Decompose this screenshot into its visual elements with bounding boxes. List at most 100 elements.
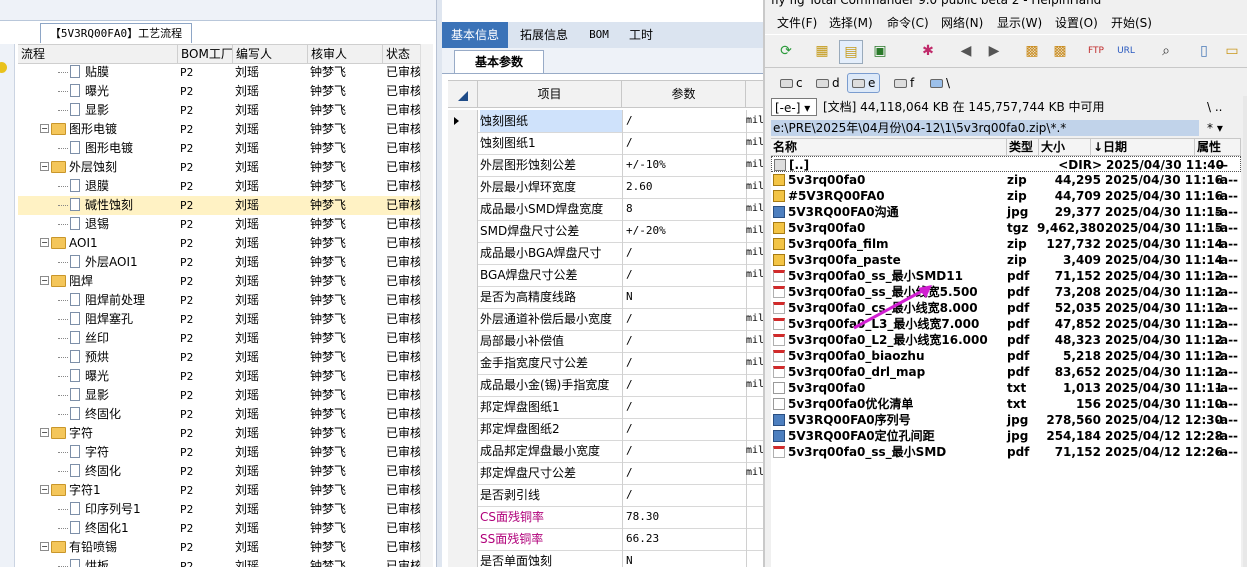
file-row[interactable]: 5v3rq00fa_film zip 127,732 2025/04/30 11:14… bbox=[771, 236, 1241, 252]
param-value[interactable]: / bbox=[624, 352, 747, 374]
drive-d[interactable]: d bbox=[811, 73, 845, 93]
drive-select[interactable]: [-e-] ▾ bbox=[771, 98, 817, 116]
invert-selection-icon[interactable]: ✱ bbox=[917, 40, 939, 62]
tab-work-hours[interactable]: 工时 bbox=[620, 22, 662, 48]
param-value[interactable]: / bbox=[624, 462, 747, 484]
file-row[interactable]: 5v3rq00fa0_ss_最小SMD pdf 71,152 2025/04/12 1… bbox=[771, 444, 1241, 460]
drive-e[interactable]: e bbox=[847, 73, 881, 93]
collapse-icon[interactable]: − bbox=[40, 124, 49, 133]
menu-commands[interactable]: 命令(C) bbox=[887, 13, 929, 33]
back-icon[interactable]: ◀ bbox=[955, 40, 977, 62]
refresh-icon[interactable]: ⟳ bbox=[775, 40, 797, 62]
file-row[interactable]: 5v3rq00fa_paste zip 3,409 2025/04/30 11:14-… bbox=[771, 252, 1241, 268]
tree-node[interactable]: 丝印 bbox=[18, 329, 178, 348]
col-size[interactable]: 大小 bbox=[1039, 139, 1091, 155]
row-indicator[interactable] bbox=[448, 132, 478, 154]
tree-row[interactable]: 丝印 P2 刘瑶 钟梦飞 已审核 bbox=[18, 329, 432, 348]
param-value[interactable]: / bbox=[624, 374, 747, 396]
col-type[interactable]: 类型 bbox=[1007, 139, 1039, 155]
param-row[interactable]: 外层通道补偿后最小宽度 / mil bbox=[448, 308, 763, 331]
row-indicator[interactable] bbox=[448, 176, 478, 198]
col-name[interactable]: 名称 bbox=[771, 139, 1007, 155]
tree-row[interactable]: 终固化 P2 刘瑶 钟梦飞 已审核 bbox=[18, 405, 432, 424]
col-reviewer[interactable]: 核审人 bbox=[308, 45, 383, 63]
tree-row[interactable]: 终固化1 P2 刘瑶 钟梦飞 已审核 bbox=[18, 519, 432, 538]
tree-row[interactable]: − 字符 P2 刘瑶 钟梦飞 已审核 bbox=[18, 424, 432, 443]
tree-row[interactable]: − 字符1 P2 刘瑶 钟梦飞 已审核 bbox=[18, 481, 432, 500]
tab-extended-info[interactable]: 拓展信息 bbox=[510, 22, 578, 48]
tree-row[interactable]: 字符 P2 刘瑶 钟梦飞 已审核 bbox=[18, 443, 432, 462]
param-row[interactable]: 成品邦定焊盘最小宽度 / mil bbox=[448, 440, 763, 463]
collapse-icon[interactable]: − bbox=[40, 428, 49, 437]
param-row[interactable]: 外层图形蚀刻公差 +/-10% mil bbox=[448, 154, 763, 177]
param-value[interactable]: 66.23 bbox=[624, 528, 747, 550]
param-row[interactable]: 外层最小焊环宽度 2.60 mil bbox=[448, 176, 763, 199]
row-indicator[interactable] bbox=[448, 484, 478, 506]
collapse-icon[interactable]: − bbox=[40, 542, 49, 551]
tree-row[interactable]: − AOI1 P2 刘瑶 钟梦飞 已审核 bbox=[18, 234, 432, 253]
tree-scrollbar[interactable] bbox=[420, 44, 433, 567]
row-indicator[interactable] bbox=[448, 286, 478, 308]
row-indicator[interactable] bbox=[448, 374, 478, 396]
menu-select[interactable]: 选择(M) bbox=[829, 13, 873, 33]
tab-basic-info[interactable]: 基本信息 bbox=[442, 22, 508, 48]
row-indicator[interactable] bbox=[448, 198, 478, 220]
col-attr[interactable]: 属性 bbox=[1195, 139, 1241, 155]
tree-node[interactable]: 印序列号1 bbox=[18, 500, 178, 519]
col-item[interactable]: 项目 bbox=[478, 81, 622, 107]
param-row[interactable]: CS面残铜率 78.30 bbox=[448, 506, 763, 529]
tree-row[interactable]: 阻焊塞孔 P2 刘瑶 钟梦飞 已审核 bbox=[18, 310, 432, 329]
row-indicator[interactable] bbox=[448, 506, 478, 528]
tree-node[interactable]: 贴膜 bbox=[18, 63, 178, 82]
tree-row[interactable]: − 有铅喷锡 P2 刘瑶 钟梦飞 已审核 bbox=[18, 538, 432, 557]
tree-node[interactable]: − 字符1 bbox=[18, 481, 178, 500]
param-value[interactable]: / bbox=[624, 110, 747, 132]
param-value[interactable]: / bbox=[624, 330, 747, 352]
row-indicator[interactable] bbox=[448, 110, 478, 132]
file-row[interactable]: 5v3rq00fa0_L3_最小线宽7.000 pdf 47,852 2025/04/… bbox=[771, 316, 1241, 332]
menu-start[interactable]: 开始(S) bbox=[1111, 13, 1152, 33]
tree-node[interactable]: 退锡 bbox=[18, 215, 178, 234]
tree-row[interactable]: − 阻焊 P2 刘瑶 钟梦飞 已审核 bbox=[18, 272, 432, 291]
param-row[interactable]: 邦定焊盘图纸2/ bbox=[448, 418, 763, 441]
network-drive[interactable]: \ bbox=[925, 73, 955, 93]
tree-node[interactable]: 预烘 bbox=[18, 348, 178, 367]
param-row[interactable]: 是否为高精度线路 N bbox=[448, 286, 763, 309]
tree-node[interactable]: 曝光 bbox=[18, 82, 178, 101]
collapse-icon[interactable]: − bbox=[40, 162, 49, 171]
row-indicator[interactable] bbox=[448, 550, 478, 567]
param-row[interactable]: 蚀刻图纸 / mil bbox=[448, 110, 763, 133]
param-row[interactable]: 邦定焊盘尺寸公差 / mil bbox=[448, 462, 763, 485]
param-value[interactable]: / bbox=[624, 440, 747, 462]
row-indicator[interactable] bbox=[448, 462, 478, 484]
detail-view-icon[interactable]: ▤ bbox=[839, 40, 863, 64]
file-row[interactable]: 5v3rq00fa0 tgz 9,462,380 2025/04/30 11:15 -a… bbox=[771, 220, 1241, 236]
param-row[interactable]: 金手指宽度尺寸公差 / mil bbox=[448, 352, 763, 375]
tree-row[interactable]: 阻焊前处理 P2 刘瑶 钟梦飞 已审核 bbox=[18, 291, 432, 310]
param-row[interactable]: 是否剥引线 / bbox=[448, 484, 763, 507]
row-indicator[interactable] bbox=[448, 528, 478, 550]
param-value[interactable]: / bbox=[624, 418, 747, 440]
menu-view[interactable]: 显示(W) bbox=[997, 13, 1042, 33]
row-indicator[interactable] bbox=[448, 154, 478, 176]
filter-select[interactable]: * ▾ bbox=[1207, 120, 1247, 136]
tree-row[interactable]: 贴膜 P2 刘瑶 钟梦飞 已审核 bbox=[18, 63, 432, 82]
file-row[interactable]: 5v3rq00fa0优化清单 txt 156 2025/04/30 11:10 -a-- bbox=[771, 396, 1241, 412]
tree-node[interactable]: − 图形电镀 bbox=[18, 120, 178, 139]
col-writer[interactable]: 编写人 bbox=[233, 45, 308, 63]
tree-node[interactable]: 碱性蚀刻 bbox=[18, 196, 178, 215]
tree-row[interactable]: 印序列号1 P2 刘瑶 钟梦飞 已审核 bbox=[18, 500, 432, 519]
file-row[interactable]: 5v3rq00fa0_drl_map pdf 83,652 2025/04/30 11… bbox=[771, 364, 1241, 380]
param-row[interactable]: 局部最小补偿值 / mil bbox=[448, 330, 763, 353]
file-row[interactable]: 5v3rq00fa0 zip 44,295 2025/04/30 11:16 -a-- bbox=[771, 172, 1241, 188]
collapse-icon[interactable]: − bbox=[40, 485, 49, 494]
ftp-icon[interactable]: FTP bbox=[1085, 40, 1107, 62]
param-value[interactable]: / bbox=[624, 264, 747, 286]
tree-node[interactable]: 外层AOI1 bbox=[18, 253, 178, 272]
row-indicator[interactable] bbox=[448, 352, 478, 374]
file-row[interactable]: 5V3RQ00FA0定位孔间距 jpg 254,184 2025/04/12 12:2… bbox=[771, 428, 1241, 444]
param-value[interactable]: +/-10% bbox=[624, 154, 747, 176]
file-row[interactable]: 5v3rq00fa0_ss_最小SMD11 pdf 71,152 2025/04/30… bbox=[771, 268, 1241, 284]
row-indicator[interactable] bbox=[448, 396, 478, 418]
row-indicator[interactable] bbox=[448, 330, 478, 352]
